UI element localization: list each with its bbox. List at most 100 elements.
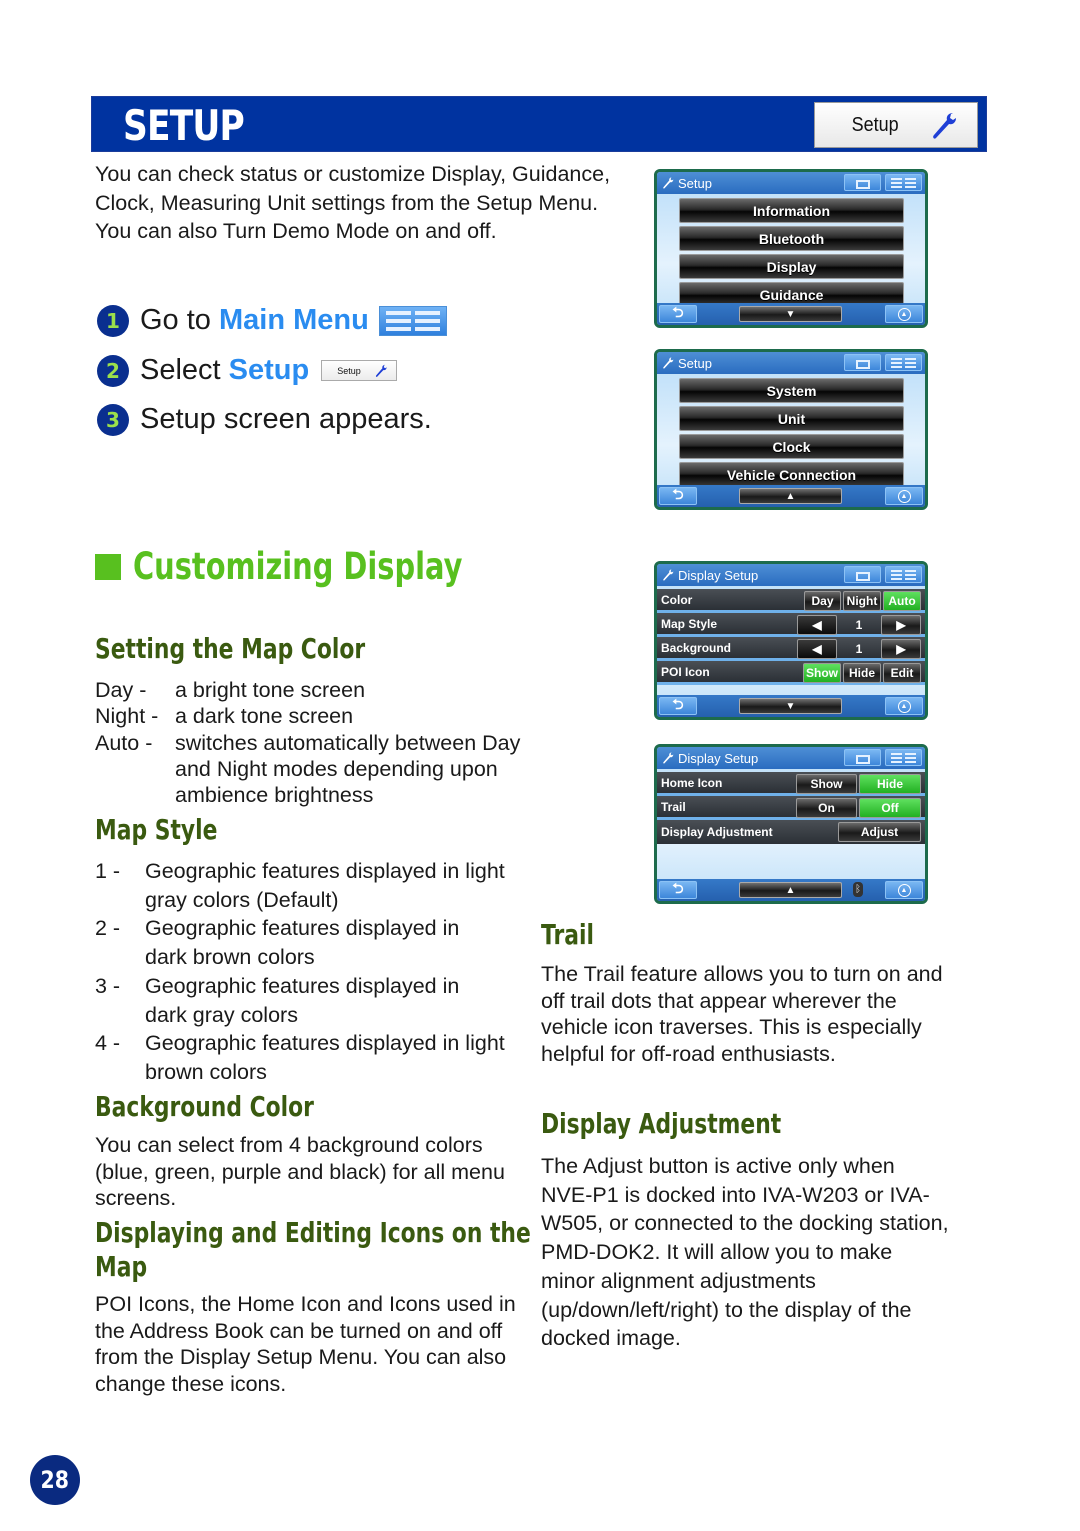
menu-icon — [891, 752, 916, 763]
step-number: 1 — [97, 304, 129, 337]
trail-on-button[interactable]: On — [796, 798, 857, 818]
menu-item-vehicle-connection[interactable]: Vehicle Connection — [679, 462, 904, 487]
screen-title-bar: Setup — [657, 172, 925, 194]
display-setup-screen-page-2: Display Setup Home Icon Show Hide Trail … — [654, 744, 928, 904]
window-button[interactable] — [844, 566, 881, 583]
menu-item-bluetooth[interactable]: Bluetooth — [679, 226, 904, 251]
arrow-left-icon: ◀ — [812, 618, 822, 632]
page-number: 28 — [40, 1466, 70, 1494]
setting-label: Background — [661, 640, 732, 655]
poi-hide-button[interactable]: Hide — [843, 663, 881, 683]
page-title: SETUP — [123, 101, 245, 150]
map-style-next-button[interactable]: ▶ — [881, 615, 921, 635]
navigation-button[interactable]: ▲ — [885, 305, 923, 323]
setting-row-display-adjustment: Display Adjustment Adjust — [657, 820, 925, 844]
arrow-up-icon: ▲ — [785, 490, 796, 502]
step-highlight: Setup — [228, 354, 310, 386]
back-button[interactable]: ⮌ — [659, 486, 697, 505]
setting-label: Trail — [661, 799, 686, 814]
main-menu-button[interactable] — [885, 749, 922, 766]
intro-paragraph: You can check status or customize Displa… — [95, 162, 611, 243]
list-item: 2 - Geographic features displayed in dark… — [95, 916, 460, 970]
setup-button-illustration: Setup — [814, 102, 978, 148]
navigation-button[interactable]: ▲ — [885, 487, 923, 505]
scroll-down-button[interactable]: ▼ — [739, 698, 842, 714]
menu-icon — [891, 357, 916, 368]
screen-footer: ⮌ ▲ ᛒ ▲ — [657, 879, 925, 901]
screen-title: Display Setup — [678, 567, 759, 583]
main-menu-button[interactable] — [885, 354, 922, 371]
definition-row: Day -a bright tone screen — [95, 678, 366, 702]
back-icon: ⮌ — [672, 304, 684, 320]
navigation-button[interactable]: ▲ — [885, 881, 923, 899]
map-style-heading: Map Style — [95, 813, 218, 846]
wrench-icon — [376, 364, 387, 377]
poi-edit-button[interactable]: Edit — [883, 663, 921, 683]
back-icon: ⮌ — [672, 696, 684, 712]
screen-footer: ⮌ ▼ ▲ — [657, 695, 925, 717]
main-menu-button[interactable] — [885, 566, 922, 583]
list-item: 4 - Geographic features displayed in ligh… — [95, 1031, 505, 1084]
setting-row-trail: Trail On Off — [657, 796, 925, 820]
setting-label: Color — [661, 592, 693, 607]
window-button[interactable] — [844, 749, 881, 766]
display-setup-screen-page-1: Display Setup Color Day Night Auto Map S… — [654, 561, 928, 720]
home-icon-hide-button[interactable]: Hide — [859, 774, 921, 794]
window-button[interactable] — [844, 174, 881, 191]
section-title: Customizing Display — [133, 545, 463, 588]
wrench-icon — [933, 113, 956, 139]
step-1: 1 Go to Main Menu — [97, 304, 447, 337]
setup-button-icon: Setup — [321, 360, 398, 381]
icons-text: POI Icons, the Home Icon and Icons used … — [95, 1292, 516, 1396]
setting-label: POI Icon — [661, 664, 710, 679]
map-color-heading: Setting the Map Color — [95, 632, 366, 665]
arrow-down-icon: ▼ — [785, 308, 796, 320]
setup-button-label: Setup — [851, 113, 899, 136]
color-night-button[interactable]: Night — [843, 591, 881, 611]
setting-row-home-icon: Home Icon Show Hide — [657, 772, 925, 796]
home-icon-show-button[interactable]: Show — [796, 774, 857, 794]
trail-heading: Trail — [541, 918, 594, 951]
menu-item-display[interactable]: Display — [679, 254, 904, 279]
setting-row-color: Color Day Night Auto — [657, 589, 925, 613]
mini-setup-label: Setup — [337, 365, 361, 376]
background-value: 1 — [855, 642, 863, 656]
background-previous-button[interactable]: ◀ — [797, 639, 837, 659]
scroll-up-button[interactable]: ▲ — [739, 882, 842, 898]
menu-item-system[interactable]: System — [679, 378, 904, 403]
definition-row: Auto - switches automatically between Day… — [95, 730, 521, 808]
color-auto-button[interactable]: Auto — [883, 591, 921, 611]
screen-title: Display Setup — [678, 750, 759, 766]
screen-footer: ⮌ ▲ ▲ — [657, 485, 925, 507]
map-color-definitions: Day -a bright tone screen Night -a dark … — [95, 677, 535, 808]
window-icon — [855, 572, 870, 581]
scroll-up-button[interactable]: ▲ — [739, 488, 842, 504]
menu-item-clock[interactable]: Clock — [679, 434, 904, 459]
window-button[interactable] — [844, 354, 881, 371]
back-button[interactable]: ⮌ — [659, 304, 697, 323]
back-button[interactable]: ⮌ — [659, 696, 697, 715]
scroll-down-button[interactable]: ▼ — [739, 306, 842, 322]
menu-item-unit[interactable]: Unit — [679, 406, 904, 431]
menu-item-information[interactable]: Information — [679, 198, 904, 223]
main-menu-button[interactable] — [885, 174, 922, 191]
section-heading: Customizing Display — [95, 545, 555, 588]
back-button[interactable]: ⮌ — [659, 880, 697, 899]
arrow-left-icon: ◀ — [812, 642, 822, 656]
compass-icon: ▲ — [897, 883, 911, 897]
trail-off-button[interactable]: Off — [859, 798, 921, 818]
arrow-right-icon: ▶ — [896, 642, 906, 656]
screen-title: Setup — [678, 355, 712, 371]
navigation-button[interactable]: ▲ — [885, 697, 923, 715]
color-day-button[interactable]: Day — [804, 591, 841, 611]
background-color-heading: Background Color — [95, 1090, 314, 1123]
list-item: 1 - Geographic features displayed in ligh… — [95, 859, 505, 912]
map-style-previous-button[interactable]: ◀ — [797, 615, 837, 635]
bluetooth-icon: ᛒ — [853, 882, 863, 897]
step-number: 3 — [97, 403, 129, 436]
adjust-button[interactable]: Adjust — [838, 822, 921, 842]
poi-show-button[interactable]: Show — [803, 663, 841, 683]
window-icon — [855, 180, 870, 189]
compass-icon: ▲ — [897, 307, 911, 321]
background-next-button[interactable]: ▶ — [881, 639, 921, 659]
